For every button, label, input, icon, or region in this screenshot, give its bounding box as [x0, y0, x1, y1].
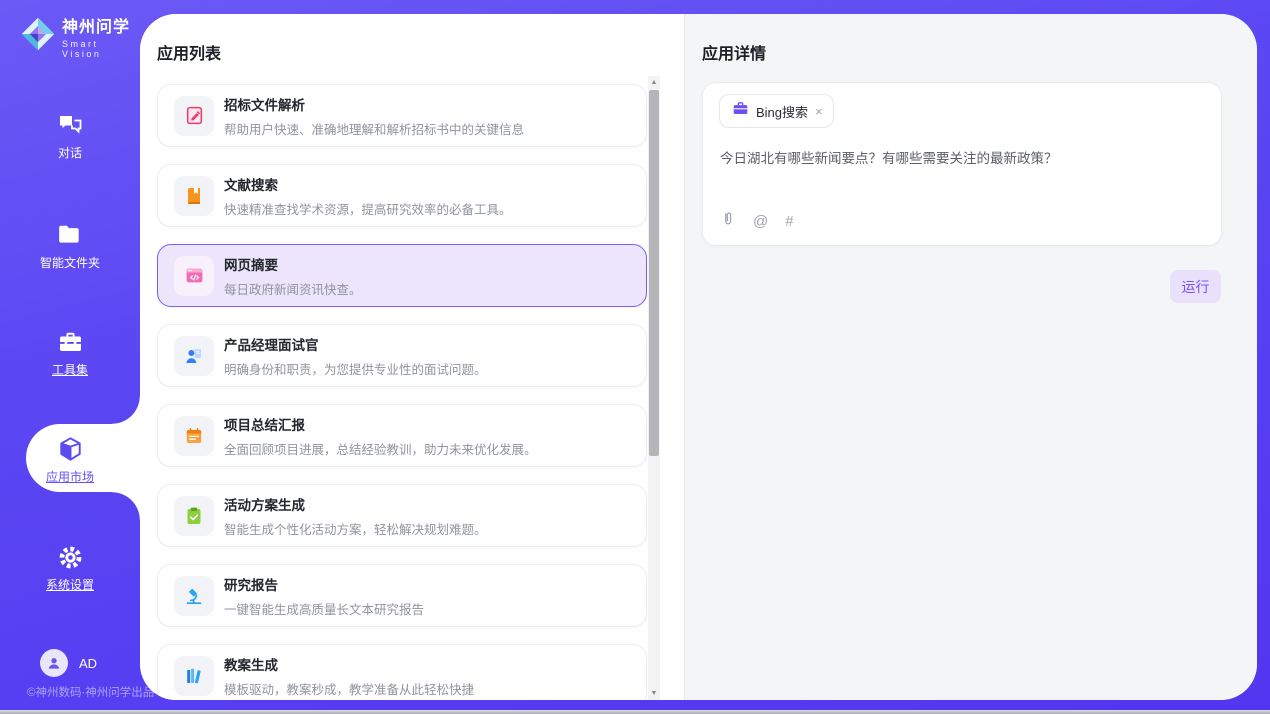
browser-code-icon	[174, 256, 214, 296]
app-card-pm-interviewer[interactable]: 产品经理面试官 明确身份和职责，为您提供专业性的面试问题。	[157, 324, 647, 387]
app-card-activity-plan[interactable]: 活动方案生成 智能生成个性化活动方案，轻松解决规划难题。	[157, 484, 647, 547]
prompt-card: Bing搜索 × 今日湖北有哪些新闻要点？有哪些需要关注的最新政策？ @ #	[702, 82, 1222, 246]
sidebar: 神州问学 Smart Vision 对话 智能文件夹	[0, 0, 140, 714]
copyright-footer: ©神州数码·神州问学出品	[27, 684, 154, 700]
user-account[interactable]: AD	[40, 649, 97, 677]
gear-icon	[56, 544, 84, 570]
app-title: 活动方案生成	[224, 494, 487, 514]
app-title: 产品经理面试官	[224, 334, 487, 354]
folder-icon	[56, 222, 84, 248]
book-icon	[174, 176, 214, 216]
sidebar-item-toolset[interactable]: 工具集	[0, 329, 140, 378]
hash-icon[interactable]: #	[785, 213, 793, 230]
prompt-input[interactable]: 今日湖北有哪些新闻要点？有哪些需要关注的最新政策？	[720, 147, 1200, 167]
prompt-toolbar: @ #	[720, 210, 794, 233]
sidebar-item-chat[interactable]: 对话	[0, 112, 140, 161]
app-desc: 明确身份和职责，为您提供专业性的面试问题。	[224, 359, 487, 378]
sidebar-item-smart-folder[interactable]: 智能文件夹	[0, 222, 140, 271]
app-desc: 全面回顾项目进展，总结经验教训，助力未来优化发展。	[224, 439, 537, 458]
window-bottom-edge	[0, 710, 1270, 714]
app-desc: 智能生成个性化活动方案，轻松解决规划难题。	[224, 519, 487, 538]
sidebar-item-settings[interactable]: 系统设置	[0, 544, 140, 593]
app-desc: 模板驱动，教案秒成，教学准备从此轻松快捷	[224, 679, 474, 698]
app-desc: 快速精准查找学术资源，提高研究效率的必备工具。	[224, 199, 512, 218]
app-card-research-report[interactable]: 研究报告 一键智能生成高质量长文本研究报告	[157, 564, 647, 627]
tool-chip-label: Bing搜索	[756, 102, 808, 121]
app-title: 研究报告	[224, 574, 424, 594]
app-card-literature-search[interactable]: 文献搜索 快速精准查找学术资源，提高研究效率的必备工具。	[157, 164, 647, 227]
app-list-scrollbar[interactable]: ▲ ▼	[648, 76, 660, 700]
app-desc: 每日政府新闻资讯快查。	[224, 279, 362, 298]
app-title: 教案生成	[224, 654, 474, 674]
app-desc: 一键智能生成高质量长文本研究报告	[224, 599, 424, 618]
app-detail-panel: 应用详情 Bing搜索 × 今日湖北有哪些新闻要点？有哪些需要关注的最新政策？	[685, 14, 1257, 700]
app-title: 项目总结汇报	[224, 414, 537, 434]
app-card-lesson-plan[interactable]: 教案生成 模板驱动，教案秒成，教学准备从此轻松快捷	[157, 644, 647, 700]
brand-subtitle: Smart Vision	[62, 39, 140, 59]
sidebar-item-label: 应用市场	[46, 468, 94, 485]
scroll-up-arrow-icon[interactable]: ▲	[648, 76, 660, 89]
app-detail-title: 应用详情	[702, 40, 766, 64]
close-icon[interactable]: ×	[815, 105, 823, 118]
main-content: 应用列表 招标文件解析 帮助用户快速、准确地理解和解析招标书中的关键信息	[140, 14, 1257, 700]
scrollbar-thumb[interactable]	[649, 90, 659, 456]
briefcase-icon	[732, 100, 749, 122]
app-title: 招标文件解析	[224, 94, 524, 114]
brand-name: 神州问学	[62, 13, 140, 37]
app-card-web-summary[interactable]: 网页摘要 每日政府新闻资讯快查。	[157, 244, 647, 307]
app-desc: 帮助用户快速、准确地理解和解析招标书中的关键信息	[224, 119, 524, 138]
calendar-icon	[174, 416, 214, 456]
at-icon[interactable]: @	[753, 213, 768, 230]
document-edit-icon	[174, 96, 214, 136]
app-card-bid-parse[interactable]: 招标文件解析 帮助用户快速、准确地理解和解析招标书中的关键信息	[157, 84, 647, 147]
scroll-down-arrow-icon[interactable]: ▼	[648, 687, 660, 700]
sidebar-item-label: 工具集	[52, 361, 88, 378]
app-title: 网页摘要	[224, 254, 362, 274]
sidebar-item-label: 智能文件夹	[40, 254, 100, 271]
app-card-project-summary[interactable]: 项目总结汇报 全面回顾项目进展，总结经验教训，助力未来优化发展。	[157, 404, 647, 467]
clipboard-check-icon	[174, 496, 214, 536]
tool-chip-bing-search[interactable]: Bing搜索 ×	[719, 94, 834, 128]
paperclip-icon[interactable]	[720, 210, 736, 233]
chat-icon	[56, 112, 84, 138]
brand-logo: 神州问学 Smart Vision	[20, 13, 140, 59]
user-initials: AD	[79, 656, 97, 671]
sidebar-item-app-market[interactable]: 应用市场	[0, 436, 140, 485]
run-button[interactable]: 运行	[1170, 270, 1221, 303]
diamond-logo-icon	[20, 14, 56, 59]
app-list: 招标文件解析 帮助用户快速、准确地理解和解析招标书中的关键信息 文献搜索 快速精…	[157, 84, 647, 700]
app-title: 文献搜索	[224, 174, 512, 194]
person-doc-icon	[174, 336, 214, 376]
sidebar-item-label: 对话	[58, 144, 82, 161]
avatar	[40, 649, 68, 677]
cube-icon	[56, 436, 84, 462]
app-list-panel: 应用列表 招标文件解析 帮助用户快速、准确地理解和解析招标书中的关键信息	[140, 14, 685, 700]
microscope-icon	[174, 576, 214, 616]
app-list-title: 应用列表	[157, 40, 221, 64]
sidebar-item-label: 系统设置	[46, 576, 94, 593]
toolbox-icon	[56, 329, 84, 355]
books-icon	[174, 656, 214, 696]
